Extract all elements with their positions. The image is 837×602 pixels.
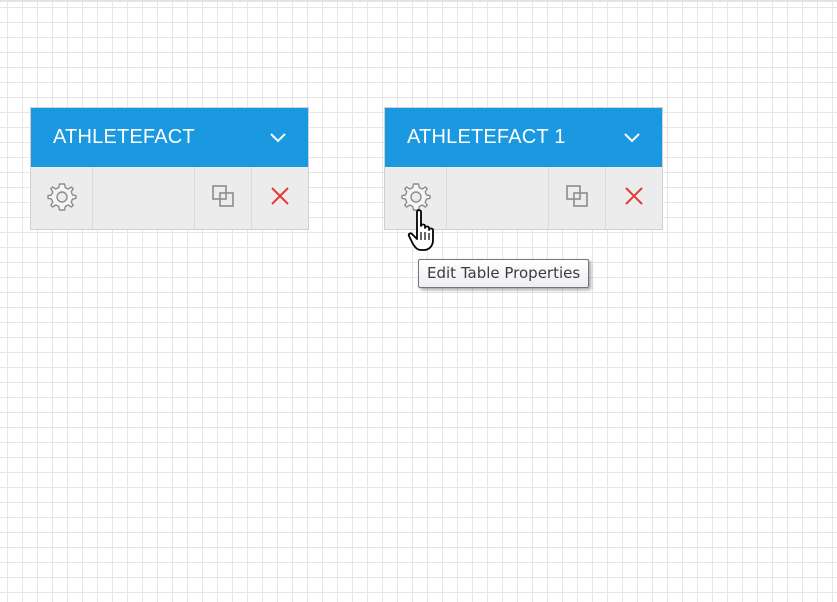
close-icon xyxy=(623,185,645,212)
table-toolbar xyxy=(385,167,662,229)
table-card-header[interactable]: ATHLETEFACT 1 xyxy=(385,108,662,167)
delete-table-button[interactable] xyxy=(606,167,662,229)
tooltip-text: Edit Table Properties xyxy=(427,264,581,282)
chevron-down-icon[interactable] xyxy=(268,128,288,148)
table-card-header[interactable]: ATHLETEFACT xyxy=(31,108,308,167)
design-canvas[interactable]: ATHLETEFACT ATHLETEFACT 1 Edit Table Pro… xyxy=(0,0,837,602)
copy-table-button[interactable] xyxy=(195,167,252,229)
delete-table-button[interactable] xyxy=(252,167,308,229)
close-icon xyxy=(269,185,291,212)
table-card-athletefact-1[interactable]: ATHLETEFACT 1 xyxy=(385,108,662,229)
toolbar-spacer xyxy=(447,167,549,229)
tooltip: Edit Table Properties xyxy=(418,259,590,288)
gear-icon xyxy=(46,181,77,216)
table-toolbar xyxy=(31,167,308,229)
table-title: ATHLETEFACT xyxy=(53,126,195,148)
gear-icon xyxy=(400,181,431,216)
copy-icon xyxy=(210,183,236,214)
toolbar-spacer xyxy=(93,167,195,229)
edit-table-properties-button[interactable] xyxy=(385,167,447,229)
chevron-down-icon[interactable] xyxy=(622,128,642,148)
copy-table-button[interactable] xyxy=(549,167,606,229)
table-card-athletefact[interactable]: ATHLETEFACT xyxy=(31,108,308,229)
table-title: ATHLETEFACT 1 xyxy=(407,126,566,148)
copy-icon xyxy=(564,183,590,214)
edit-table-properties-button[interactable] xyxy=(31,167,93,229)
